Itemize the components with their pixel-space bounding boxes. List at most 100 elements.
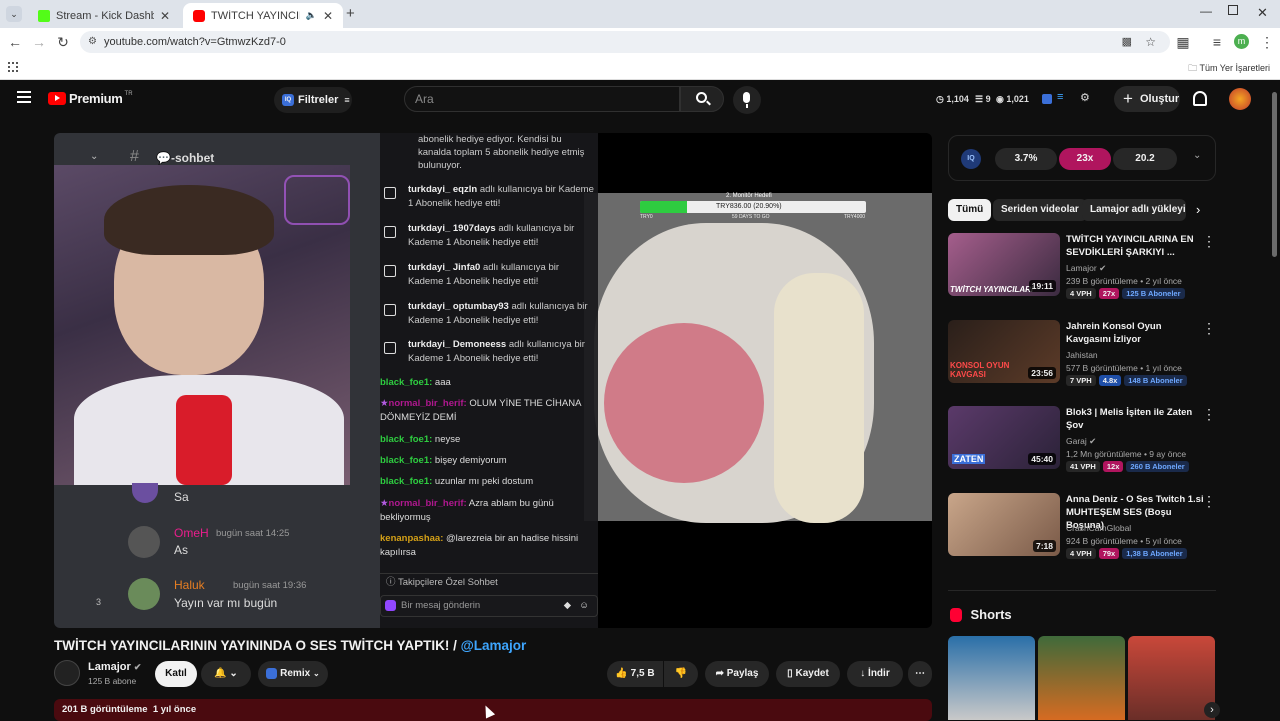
discord-panel: ⌄ # 💬-sohbet Sa OmeH bugün saat 14:25 As… xyxy=(54,133,380,628)
channel-name[interactable]: Garaj ✔ xyxy=(1066,436,1096,447)
tab-search-button[interactable]: ⌄ xyxy=(6,6,22,22)
voice-search-button[interactable] xyxy=(733,86,761,114)
profile-avatar[interactable]: m xyxy=(1234,34,1249,49)
video-thumbnail[interactable]: KONSOL OYUN KAVGASI 23:56 xyxy=(948,320,1060,383)
recommended-video[interactable]: 7:18 Anna Deniz - O Ses Twitch 1.si MUHT… xyxy=(948,493,1220,559)
channel-mention-link[interactable]: @Lamajor xyxy=(461,638,527,653)
video-thumbnail[interactable]: TWİTCH YAYINCILARI 19:11 xyxy=(948,233,1060,296)
chat-line: black_foe1: bişey demiyorum xyxy=(380,454,594,468)
video-title[interactable]: Blok3 | Melis İşiten ile Zaten Şov xyxy=(1066,406,1206,432)
iq-icon xyxy=(266,667,278,679)
speaker-icon[interactable]: 🔈 xyxy=(306,10,317,21)
filters-button[interactable]: IQ Filtreler ≡ xyxy=(274,87,352,113)
diamond-icon[interactable]: ◆ xyxy=(564,596,571,616)
more-options-icon[interactable]: ⋮ xyxy=(1202,493,1216,510)
recommended-video[interactable]: ZATEN 45:40 Blok3 | Melis İşiten ile Zat… xyxy=(948,406,1220,472)
site-info-icon[interactable]: ⚙ xyxy=(88,31,97,53)
short-thumbnail[interactable] xyxy=(1038,636,1125,720)
extensions-icon[interactable]: ▦ xyxy=(1174,33,1192,51)
emote-icon[interactable]: ☺ xyxy=(579,596,589,616)
queue-icon[interactable]: ≡ xyxy=(1057,91,1063,103)
new-tab-button[interactable]: + xyxy=(346,5,355,22)
hamburger-menu-icon[interactable] xyxy=(17,91,31,103)
goal-left: TRY0 xyxy=(640,214,653,220)
chat-text: aaa xyxy=(434,377,451,388)
join-button[interactable]: Katıl xyxy=(155,661,197,687)
channel-name-main[interactable]: Lamajor ✔ xyxy=(88,661,141,673)
short-thumbnail[interactable] xyxy=(948,636,1035,720)
chat-user: normal_bir_herif: xyxy=(388,498,467,509)
youtube-premium-logo[interactable]: Premium TR xyxy=(48,91,133,106)
minimize-icon[interactable]: — xyxy=(1200,4,1212,18)
youtube-header: Premium TR IQ Filtreler ≡ Ara ◷ 1,104 ☰ … xyxy=(0,80,1280,120)
apps-grid-icon[interactable] xyxy=(8,62,18,72)
video-title[interactable]: TWİTCH YAYINCILARINA EN SEVDİKLERİ ŞARKI… xyxy=(1066,233,1206,259)
menu-icon[interactable]: ⋮ xyxy=(1258,33,1276,51)
page-scrollbar[interactable] xyxy=(1272,92,1277,257)
chip-series[interactable]: Seriden videolar xyxy=(993,199,1087,221)
account-avatar[interactable] xyxy=(1229,88,1251,110)
tab-kick-dashboard[interactable]: Stream - Kick Dashboard ✕ xyxy=(28,3,180,28)
chat-text: neyse xyxy=(434,434,461,445)
stat-clock: ◷ 1,104 xyxy=(936,94,969,105)
more-actions-button[interactable]: ⋯ xyxy=(908,661,932,687)
more-options-icon[interactable]: ⋮ xyxy=(1202,320,1216,337)
reload-icon[interactable]: ↻ xyxy=(54,33,72,51)
search-button[interactable] xyxy=(680,86,724,112)
extension-icon[interactable]: ⚙ xyxy=(1080,91,1090,104)
recommended-video[interactable]: KONSOL OYUN KAVGASI 23:56 Jahrein Konsol… xyxy=(948,320,1220,386)
chevron-right-icon[interactable]: › xyxy=(1196,202,1200,217)
gift-icon xyxy=(384,187,396,199)
bits-icon[interactable] xyxy=(385,600,396,611)
all-bookmarks-link[interactable]: 🗀 Tüm Yer İşaretleri xyxy=(1188,61,1270,77)
notifications-icon[interactable] xyxy=(1193,91,1207,106)
channel-avatar[interactable] xyxy=(54,660,80,686)
chevron-right-icon[interactable]: › xyxy=(1204,702,1220,718)
video-title[interactable]: Jahrein Konsol Oyun Kavgasını İzliyor xyxy=(1066,320,1206,346)
close-tab-icon[interactable]: ✕ xyxy=(160,9,170,23)
tab-youtube[interactable]: TWİTCH YAYINCILARININ YAYINI... 🔈 ✕ xyxy=(183,3,343,28)
restore-icon[interactable] xyxy=(1228,5,1238,15)
more-options-icon[interactable]: ⋮ xyxy=(1202,233,1216,250)
chat-input[interactable]: Bir mesaj gönderin ◆ ☺ xyxy=(380,595,598,617)
channel-label: Lamajor xyxy=(88,661,131,673)
install-app-icon[interactable]: ▩ xyxy=(1122,31,1132,53)
video-title-text: TWİTCH YAYINCILARININ YAYININDA O SES TW… xyxy=(54,638,461,653)
more-options-icon[interactable]: ⋮ xyxy=(1202,406,1216,423)
channel-name[interactable]: CrashCamGlobal xyxy=(1066,523,1131,533)
vph-badge: 4 VPH xyxy=(1066,288,1096,299)
close-tab-icon[interactable]: ✕ xyxy=(323,9,333,23)
channel-name[interactable]: Jahistan xyxy=(1066,350,1098,360)
recommended-video[interactable]: TWİTCH YAYINCILARI 19:11 TWİTCH YAYINCIL… xyxy=(948,233,1220,299)
back-icon[interactable]: ← xyxy=(6,33,24,51)
chip-all[interactable]: Tümü xyxy=(948,199,992,221)
like-button[interactable]: 👍 7,5 B xyxy=(607,661,663,687)
thumbs-down-icon: 👎 xyxy=(674,668,688,679)
stat-value: 1,021 xyxy=(1006,94,1029,104)
dislike-button[interactable]: 👎 xyxy=(664,661,698,687)
chevron-down-icon[interactable]: ⌄ xyxy=(1193,150,1201,161)
chip-uploader[interactable]: Lamajor adlı yükleyic xyxy=(1082,199,1186,221)
video-player[interactable]: ⌄ # 💬-sohbet Sa OmeH bugün saat 14:25 As… xyxy=(54,133,932,628)
short-thumbnail[interactable] xyxy=(1128,636,1215,720)
url-field[interactable]: ⚙ youtube.com/watch?v=GtmwzKzd7-0 ▩ ☆ xyxy=(80,31,1170,53)
vph-badge: 4 VPH xyxy=(1066,548,1096,559)
video-thumbnail[interactable]: 7:18 xyxy=(948,493,1060,556)
iq-extension-icon[interactable] xyxy=(1042,94,1052,104)
share-button[interactable]: ➦ Paylaş xyxy=(705,661,769,687)
logo-text: Premium xyxy=(69,91,123,106)
video-thumbnail[interactable]: ZATEN 45:40 xyxy=(948,406,1060,469)
channel-name[interactable]: Lamajor ✔ xyxy=(1066,263,1106,274)
create-button[interactable]: + Oluştur xyxy=(1114,86,1180,112)
iq-logo-icon: IQ xyxy=(961,149,981,169)
close-window-icon[interactable]: ✕ xyxy=(1257,5,1268,21)
forward-icon[interactable]: → xyxy=(30,33,48,51)
save-button[interactable]: ▯ Kaydet xyxy=(776,661,840,687)
reading-list-icon[interactable]: ≡ xyxy=(1208,33,1226,51)
download-button[interactable]: ↓ İndir xyxy=(847,661,903,687)
remix-button[interactable]: Remix ⌄ xyxy=(258,661,328,687)
bookmark-star-icon[interactable]: ☆ xyxy=(1145,31,1156,53)
subscribed-bell-button[interactable]: 🔔 ⌄ xyxy=(201,661,251,687)
search-input[interactable]: Ara xyxy=(404,86,680,112)
multiplier-badge: 4.8x xyxy=(1098,375,1122,386)
